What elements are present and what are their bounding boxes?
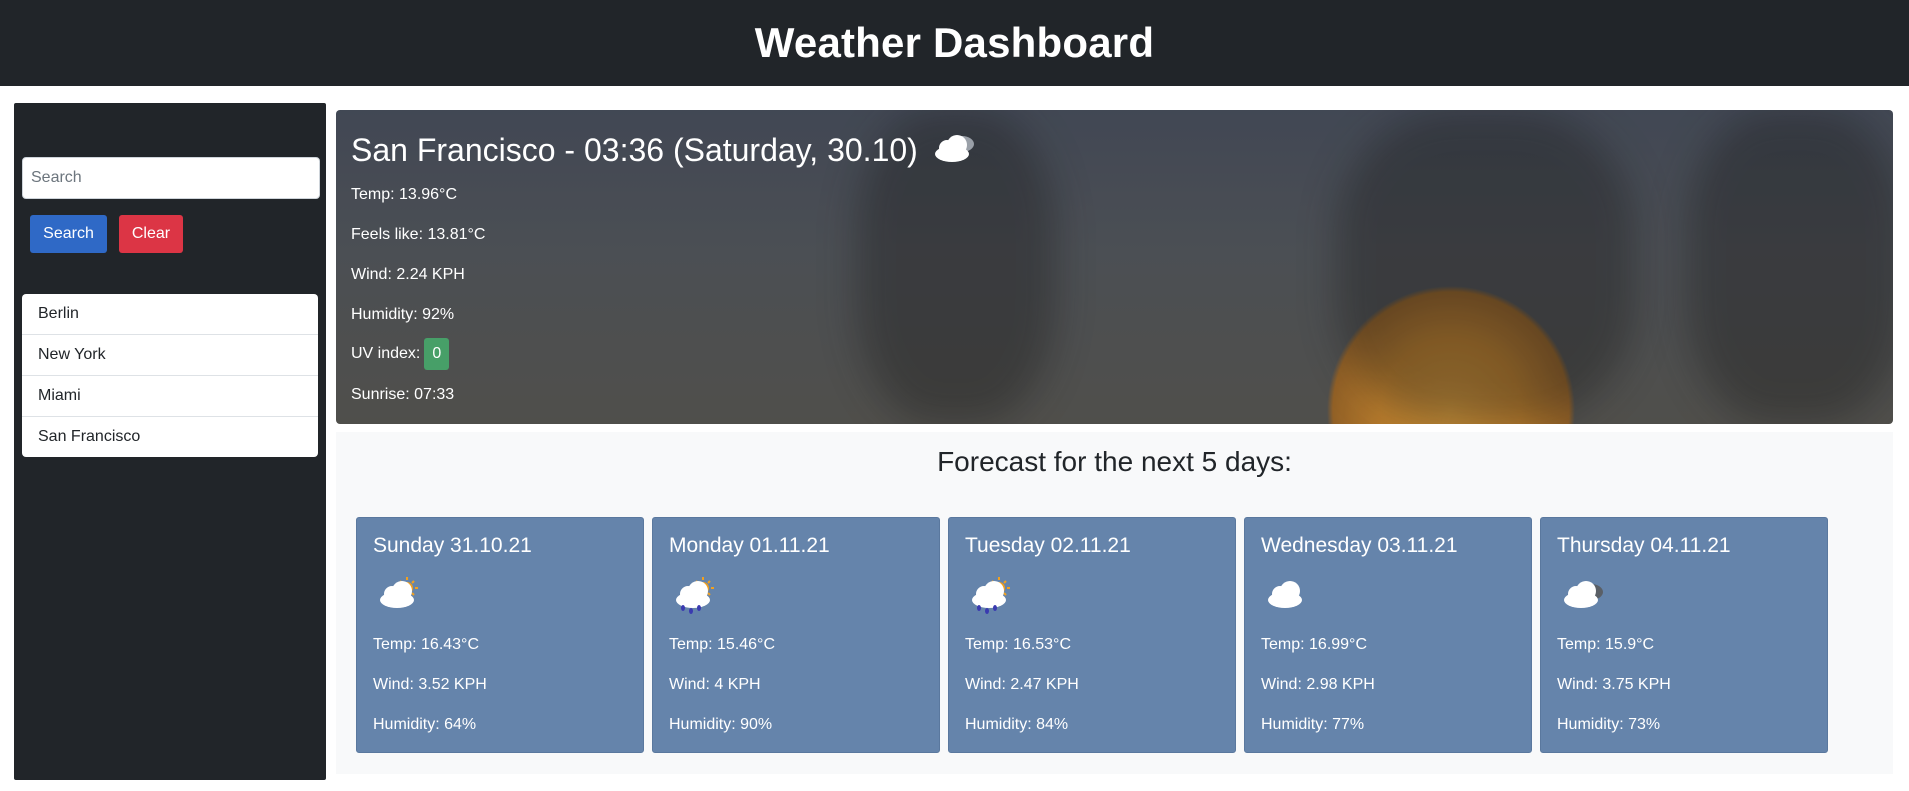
current-humidity: Humidity: 92% (351, 306, 455, 323)
rain-sun-icon (673, 574, 717, 621)
current-weather-panel: San Francisco - 03:36 (Saturday, 30.10) … (336, 110, 1893, 424)
forecast-wind: Wind: 3.52 KPH (373, 676, 487, 693)
partly-cloudy-night-icon (932, 126, 980, 174)
forecast-humidity: Humidity: 77% (1261, 716, 1365, 733)
forecast-temp: Temp: 16.99°C (1261, 636, 1368, 653)
current-title: San Francisco - 03:36 (Saturday, 30.10) (351, 126, 980, 174)
history-item-berlin[interactable]: Berlin (22, 294, 318, 335)
forecast-wind: Wind: 2.98 KPH (1261, 676, 1375, 693)
forecast-day-title: Tuesday 02.11.21 (965, 534, 1131, 557)
search-button[interactable]: Search (30, 215, 107, 253)
forecast-wind: Wind: 2.47 KPH (965, 676, 1079, 693)
forecast-day-title: Monday 01.11.21 (669, 534, 830, 557)
forecast-temp: Temp: 15.9°C (1557, 636, 1655, 653)
forecast-temp: Temp: 15.46°C (669, 636, 776, 653)
forecast-temp: Temp: 16.43°C (373, 636, 480, 653)
current-feels-like: Feels like: 13.81°C (351, 226, 486, 243)
forecast-card: Sunday 31.10.21 Temp: 16.43°C Wind: 3.52… (356, 517, 644, 753)
forecast-section: Forecast for the next 5 days: Sunday 31.… (336, 432, 1893, 774)
forecast-day-title: Sunday 31.10.21 (373, 534, 532, 557)
search-history-list: Berlin New York Miami San Francisco (22, 294, 318, 457)
forecast-humidity: Humidity: 73% (1557, 716, 1661, 733)
clear-button[interactable]: Clear (119, 215, 183, 253)
sidebar: Search Clear Berlin New York Miami San F… (14, 103, 326, 780)
history-item-miami[interactable]: Miami (22, 376, 318, 417)
current-wind: Wind: 2.24 KPH (351, 266, 465, 283)
forecast-card: Thursday 04.11.21 Temp: 15.9°C Wind: 3.7… (1540, 517, 1828, 753)
page-title: Weather Dashboard (754, 19, 1155, 66)
forecast-card: Monday 01.11.21 Temp: 15.46°C Wind: 4 KP… (652, 517, 940, 753)
forecast-card: Tuesday 02.11.21 Temp: 16.53°C Wind: 2.4… (948, 517, 1236, 753)
uv-label: UV index: (351, 345, 421, 362)
current-city-time: San Francisco - 03:36 (Saturday, 30.10) (351, 131, 918, 168)
forecast-humidity: Humidity: 84% (965, 716, 1069, 733)
current-uv: UV index: 0 (351, 338, 450, 370)
forecast-card: Wednesday 03.11.21 Temp: 16.99°C Wind: 2… (1244, 517, 1532, 753)
forecast-title: Forecast for the next 5 days: (937, 446, 1292, 477)
search-input[interactable] (22, 157, 320, 199)
cloud-icon (1265, 574, 1309, 619)
forecast-humidity: Humidity: 64% (373, 716, 477, 733)
cloud-dark-icon (1561, 574, 1609, 619)
history-item-san-francisco[interactable]: San Francisco (22, 417, 318, 457)
forecast-temp: Temp: 16.53°C (965, 636, 1072, 653)
app-header: Weather Dashboard (0, 0, 1909, 86)
forecast-humidity: Humidity: 90% (669, 716, 773, 733)
uv-badge: 0 (424, 338, 450, 370)
forecast-day-title: Wednesday 03.11.21 (1261, 534, 1458, 557)
history-item-new-york[interactable]: New York (22, 335, 318, 376)
current-sunrise: Sunrise: 07:33 (351, 386, 455, 403)
cloud-sun-icon (377, 574, 421, 619)
current-temp: Temp: 13.96°C (351, 186, 458, 203)
rain-sun-icon (969, 574, 1013, 621)
forecast-day-title: Thursday 04.11.21 (1557, 534, 1731, 557)
forecast-wind: Wind: 3.75 KPH (1557, 676, 1671, 693)
forecast-wind: Wind: 4 KPH (669, 676, 761, 693)
